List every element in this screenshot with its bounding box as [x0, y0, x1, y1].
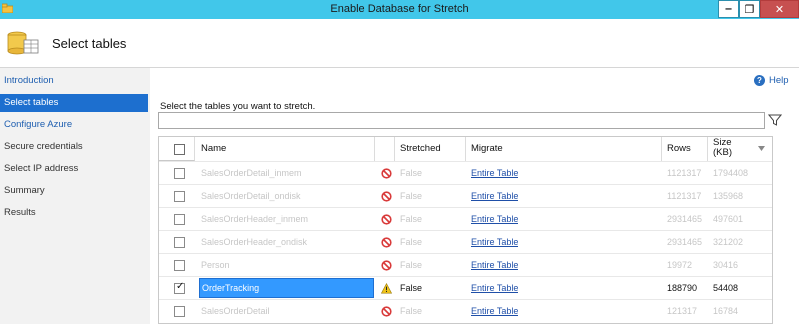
- row-name: SalesOrderDetail_ondisk: [201, 191, 301, 201]
- warning-icon: [381, 283, 392, 294]
- blocked-icon: [381, 237, 392, 248]
- row-stretched: False: [400, 191, 423, 201]
- column-header-rows[interactable]: Rows: [662, 137, 708, 161]
- table-row[interactable]: SalesOrderDetail_inmem False Entire Tabl…: [159, 161, 772, 185]
- column-header-size[interactable]: Size (KB): [708, 137, 772, 161]
- main-panel: ? Help Select the tables you want to str…: [150, 68, 799, 324]
- column-header-name[interactable]: Name: [195, 137, 375, 161]
- row-checkbox[interactable]: ✓: [174, 281, 185, 294]
- row-count: 2931465: [667, 214, 703, 224]
- nav-item-results[interactable]: Results: [0, 204, 148, 222]
- blocked-icon: [381, 214, 392, 225]
- row-checkbox[interactable]: [174, 306, 185, 317]
- row-size: 1794408: [713, 168, 749, 178]
- row-count: 1121317: [667, 168, 702, 178]
- page-header: Select tables: [0, 19, 799, 67]
- table-row[interactable]: SalesOrderDetail_ondisk False Entire Tab…: [159, 184, 772, 208]
- row-name-selected[interactable]: OrderTracking: [199, 278, 374, 298]
- blocked-icon: [381, 306, 392, 317]
- row-migrate-link[interactable]: Entire Table: [471, 277, 518, 300]
- checkmark-icon: ✓: [176, 281, 185, 292]
- nav-item-secure-credentials[interactable]: Secure credentials: [0, 138, 148, 156]
- title-bar: Enable Database for Stretch ‒ ❐ ✕: [0, 0, 799, 19]
- sort-desc-icon: [758, 146, 765, 151]
- minimize-button[interactable]: ‒: [718, 0, 739, 18]
- filter-icon[interactable]: [768, 113, 782, 127]
- help-icon[interactable]: ?: [754, 75, 765, 86]
- row-stretched: False: [400, 168, 423, 178]
- row-stretched: False: [400, 260, 423, 270]
- row-checkbox[interactable]: [174, 260, 185, 271]
- row-checkbox[interactable]: [174, 191, 185, 202]
- row-size: 54408: [713, 283, 739, 293]
- row-migrate-link[interactable]: Entire Table: [471, 300, 518, 323]
- maximize-button[interactable]: ❐: [739, 0, 760, 18]
- row-name: SalesOrderHeader_inmem: [201, 214, 309, 224]
- close-button[interactable]: ✕: [760, 0, 799, 18]
- nav-item-introduction[interactable]: Introduction: [0, 72, 148, 90]
- nav-item-select-ip-address[interactable]: Select IP address: [0, 160, 148, 178]
- row-migrate-link[interactable]: Entire Table: [471, 208, 518, 231]
- table-row[interactable]: Person False Entire Table 19972 30416: [159, 253, 772, 277]
- row-migrate-link[interactable]: Entire Table: [471, 162, 518, 185]
- blocked-icon: [381, 168, 392, 179]
- row-stretched: False: [400, 306, 423, 316]
- row-count: 1121317: [667, 191, 702, 201]
- database-table-icon: [7, 31, 39, 55]
- row-name: SalesOrderHeader_ondisk: [201, 237, 308, 247]
- table-row[interactable]: SalesOrderHeader_ondisk False Entire Tab…: [159, 230, 772, 254]
- blocked-icon: [381, 260, 392, 271]
- row-migrate-link[interactable]: Entire Table: [471, 185, 518, 208]
- row-size: 16784: [713, 306, 739, 316]
- row-name: SalesOrderDetail_inmem: [201, 168, 302, 178]
- row-checkbox[interactable]: [174, 214, 185, 225]
- blocked-icon: [381, 191, 392, 202]
- row-name: Person: [201, 260, 230, 270]
- row-count: 19972: [667, 260, 693, 270]
- row-stretched: False: [400, 237, 423, 247]
- row-size: 135968: [713, 191, 744, 201]
- window-title: Enable Database for Stretch: [330, 3, 469, 15]
- help-link[interactable]: Help: [769, 75, 789, 86]
- nav-item-select-tables[interactable]: Select tables: [0, 94, 148, 112]
- table-row[interactable]: ✓ OrderTracking False Entire Table 18879…: [159, 276, 772, 300]
- column-header-status: [375, 137, 395, 161]
- select-all-checkbox[interactable]: [174, 144, 185, 155]
- tables-grid: Name Stretched Migrate Rows Size (KB) Sa…: [158, 136, 773, 324]
- row-checkbox[interactable]: [174, 237, 185, 248]
- row-name: SalesOrderDetail: [201, 306, 270, 316]
- column-header-stretched[interactable]: Stretched: [395, 137, 466, 161]
- wizard-nav: Introduction Select tables Configure Azu…: [0, 68, 150, 324]
- nav-item-summary[interactable]: Summary: [0, 182, 148, 200]
- instruction-text: Select the tables you want to stretch.: [160, 101, 316, 112]
- row-size: 497601: [713, 214, 744, 224]
- column-header-migrate[interactable]: Migrate: [466, 137, 662, 161]
- row-checkbox[interactable]: [174, 168, 185, 179]
- page-title: Select tables: [52, 36, 127, 51]
- row-size: 30416: [713, 260, 739, 270]
- row-stretched: False: [400, 214, 423, 224]
- row-count: 2931465: [667, 237, 703, 247]
- row-stretched: False: [400, 283, 423, 293]
- header-checkbox-cell: [159, 137, 195, 161]
- nav-item-configure-azure[interactable]: Configure Azure: [0, 116, 148, 134]
- row-count: 188790: [667, 283, 698, 293]
- row-migrate-link[interactable]: Entire Table: [471, 254, 518, 277]
- table-row[interactable]: SalesOrderHeader_inmem False Entire Tabl…: [159, 207, 772, 231]
- table-search-input[interactable]: [158, 112, 765, 129]
- row-count: 121317: [667, 306, 698, 316]
- row-migrate-link[interactable]: Entire Table: [471, 231, 518, 254]
- table-row[interactable]: SalesOrderDetail False Entire Table 1213…: [159, 299, 772, 323]
- row-size: 321202: [713, 237, 744, 247]
